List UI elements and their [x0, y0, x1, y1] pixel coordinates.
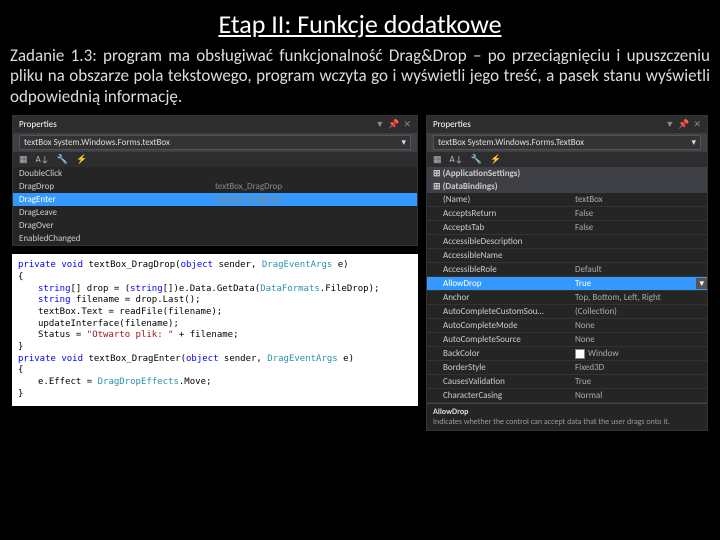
- event-row[interactable]: DragOver: [13, 219, 417, 232]
- event-row[interactable]: EnabledChanged: [13, 232, 417, 245]
- property-row[interactable]: BorderStyleFixed3D: [427, 361, 707, 375]
- az-icon: A↓: [34, 154, 51, 165]
- event-row[interactable]: DoubleClick: [13, 167, 417, 180]
- cat-icon: ▦: [17, 154, 30, 165]
- panel-controls[interactable]: ▼📌✕: [665, 119, 701, 130]
- events-icon: ⚡: [74, 154, 89, 165]
- property-row[interactable]: AllowDropTrue ▾: [427, 277, 707, 291]
- prop-icon: 🔧: [55, 154, 70, 165]
- property-row[interactable]: AccessibleRoleDefault: [427, 263, 707, 277]
- object-selector[interactable]: textBox System.Windows.Forms.textBox▾: [19, 135, 411, 150]
- help-pane: AllowDropIndicates whether the control c…: [427, 403, 707, 430]
- property-row[interactable]: AccessibleDescription: [427, 235, 707, 249]
- property-row[interactable]: AutoCompleteModeNone: [427, 319, 707, 333]
- properties-panel: Properties ▼📌✕ textBox System.Windows.For…: [426, 115, 708, 431]
- event-row[interactable]: DragEntertextBox_DragEnter: [13, 193, 417, 206]
- object-selector[interactable]: textBox System.Windows.Forms.TextBox▾: [433, 135, 701, 150]
- slide-title: Etap II: Funkcje dodatkowe: [0, 0, 720, 42]
- event-row[interactable]: DragLeave: [13, 206, 417, 219]
- event-row[interactable]: DragDroptextBox_DragDrop: [13, 180, 417, 193]
- property-row[interactable]: CausesValidationTrue: [427, 375, 707, 389]
- property-row[interactable]: CharacterCasingNormal: [427, 389, 707, 403]
- property-row[interactable]: BackColorWindow: [427, 347, 707, 361]
- property-row[interactable]: AcceptsTabFalse: [427, 221, 707, 235]
- code-snippet: private void textBox_DragDrop(object sen…: [12, 254, 418, 406]
- panel-controls[interactable]: ▼📌✕: [375, 119, 411, 130]
- property-row[interactable]: AccessibleName: [427, 249, 707, 263]
- panel-title: Properties: [19, 119, 57, 130]
- property-row[interactable]: AutoCompleteCustomSou…(Collection): [427, 305, 707, 319]
- property-row[interactable]: AnchorTop, Bottom, Left, Right: [427, 291, 707, 305]
- events-panel: Properties ▼📌✕ textBox System.Windows.For…: [12, 115, 418, 246]
- property-row[interactable]: AutoCompleteSourceNone: [427, 333, 707, 347]
- property-row[interactable]: (Name)textBox: [427, 193, 707, 207]
- category[interactable]: ⊞ (DataBindings): [427, 180, 707, 193]
- property-row[interactable]: AcceptsReturnFalse: [427, 207, 707, 221]
- task-description: Zadanie 1.3: program ma obsługiwać funkc…: [0, 42, 720, 115]
- toolbar[interactable]: ▦ A↓ 🔧 ⚡: [13, 152, 417, 167]
- toolbar[interactable]: ▦A↓🔧⚡: [427, 152, 707, 167]
- category[interactable]: ⊞ (ApplicationSettings): [427, 167, 707, 180]
- panel-title: Properties: [433, 119, 471, 130]
